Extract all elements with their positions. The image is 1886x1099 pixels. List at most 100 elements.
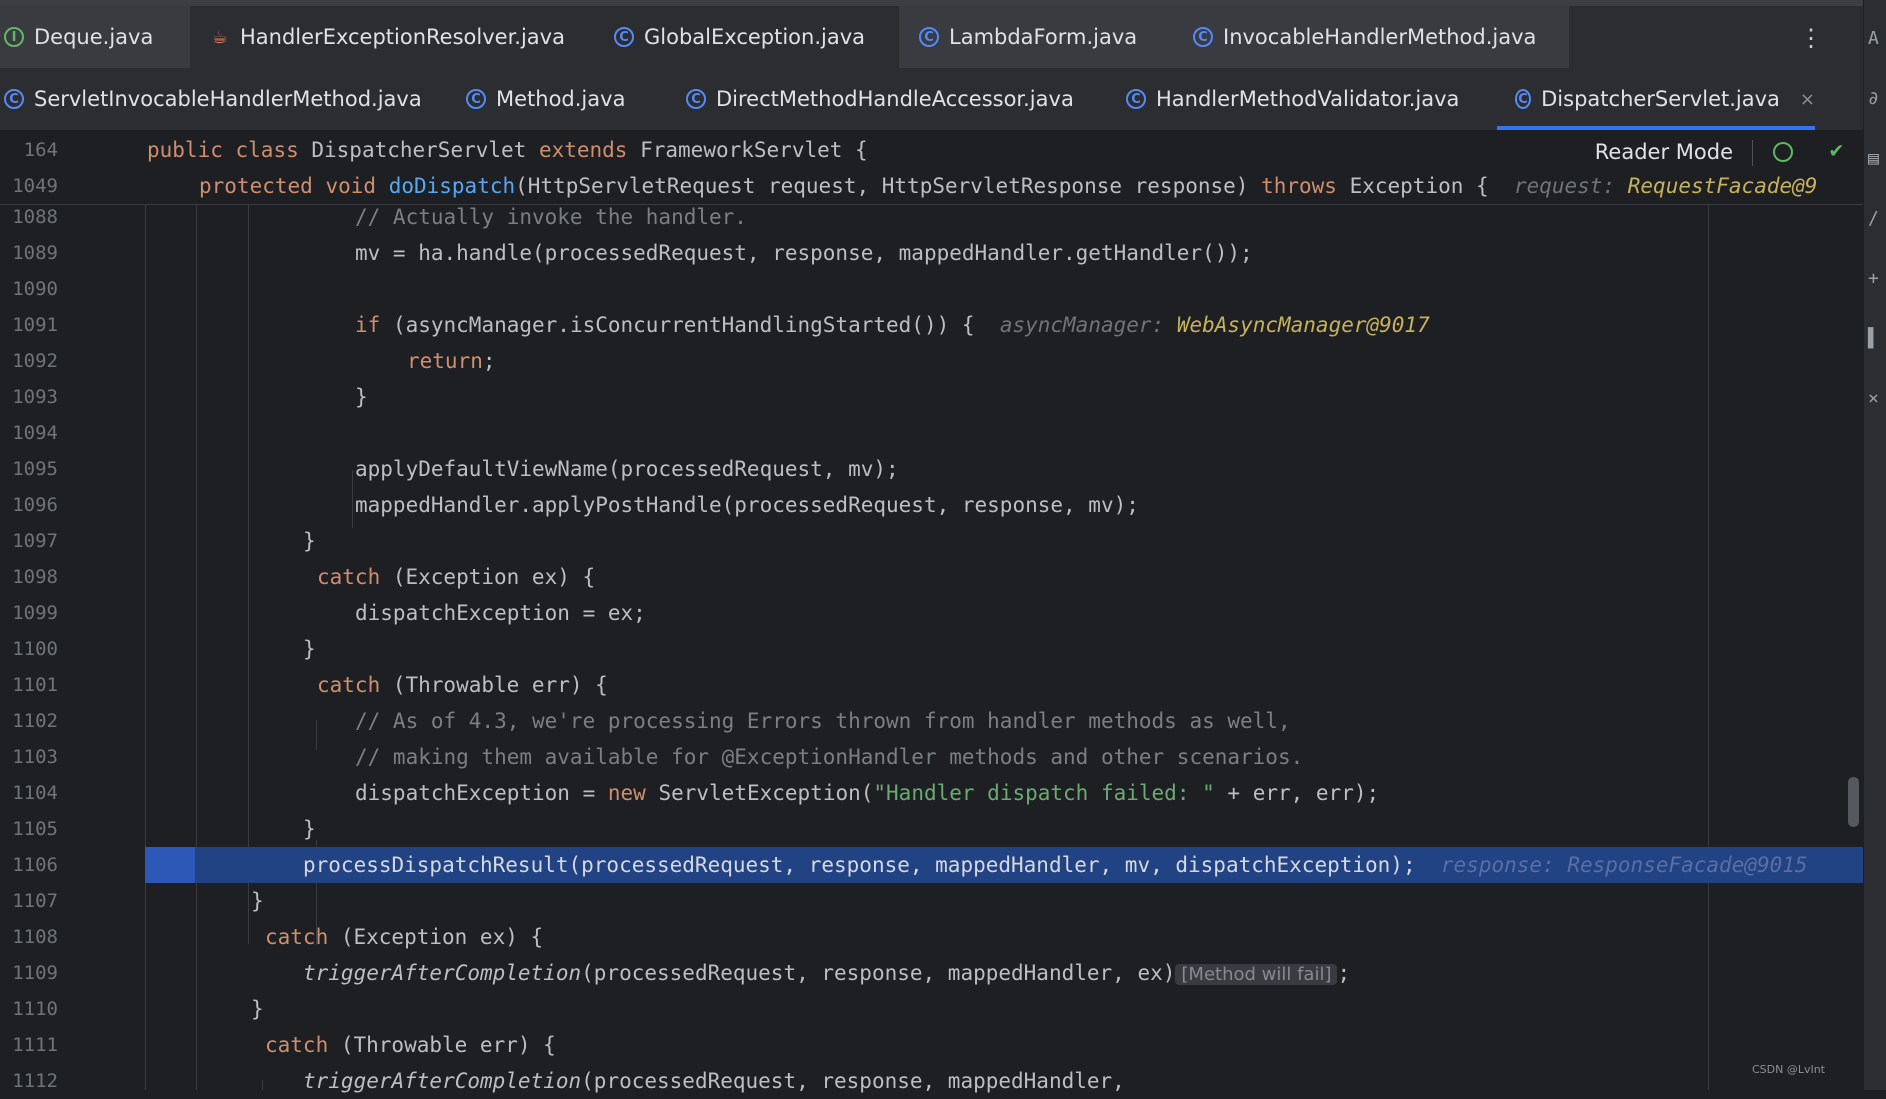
code-line: 1098 catch (Exception ex) { [0, 559, 1863, 595]
tab-label: InvocableHandlerMethod.java [1223, 25, 1537, 49]
code-text: } [355, 385, 368, 409]
code-text: dispatchException = new ServletException… [355, 781, 1380, 805]
code-line: 1110 } [0, 991, 1863, 1027]
tab-dispatcher-servlet[interactable]: C DispatcherServlet.java × [1497, 68, 1815, 130]
line-number: 1095 [12, 458, 58, 480]
code-text: public class DispatcherServlet extends F… [147, 138, 868, 162]
line-number: 1101 [12, 674, 58, 696]
tab-label: Method.java [496, 87, 626, 111]
line-number: 1099 [12, 602, 58, 624]
tool-icon[interactable]: / [1868, 208, 1879, 229]
line-number: 1094 [12, 422, 58, 444]
code-line: 1089 mv = ha.handle(processedRequest, re… [0, 235, 1863, 271]
tab-global-exception[interactable]: C GlobalException.java [614, 6, 899, 68]
code-text: triggerAfterCompletion(processedRequest,… [303, 1069, 1125, 1093]
tool-icon[interactable]: × [1868, 388, 1879, 409]
line-number: 1103 [12, 746, 58, 768]
vertical-scrollbar-thumb[interactable] [1848, 777, 1859, 827]
code-line: 1097 } [0, 523, 1863, 559]
code-text: return; [407, 349, 496, 373]
code-text: protected void doDispatch(HttpServletReq… [199, 174, 1818, 198]
line-number: 1092 [12, 350, 58, 372]
code-text: catch (Throwable err) { [317, 673, 608, 697]
code-text: catch (Exception ex) { [317, 565, 596, 589]
tab-invocable-handler-method[interactable]: C InvocableHandlerMethod.java [1189, 6, 1569, 68]
editor-tabs-row-2: C ServletInvocableHandlerMethod.java C M… [0, 68, 1863, 130]
code-text: catch (Throwable err) { [265, 1033, 556, 1057]
close-tab-icon[interactable]: × [1800, 89, 1815, 110]
tab-handler-exception-resolver[interactable]: ☕ HandlerExceptionResolver.java [210, 6, 590, 68]
inline-hint-badge: [Method will fail] [1175, 964, 1338, 985]
line-number: 1100 [12, 638, 58, 660]
code-line: 1090 [0, 271, 1863, 307]
reader-mode-button[interactable]: Reader Mode [1595, 140, 1733, 164]
line-number: 1097 [12, 530, 58, 552]
code-line: 1100 } [0, 631, 1863, 667]
tool-icon[interactable]: ∂ [1868, 88, 1879, 109]
code-line: 1095 applyDefaultViewName(processedReque… [0, 451, 1863, 487]
code-editor[interactable]: 164 public class DispatcherServlet exten… [0, 130, 1863, 1093]
code-line: 1092 return; [0, 343, 1863, 379]
class-icon: C [614, 27, 634, 47]
interface-icon: I [4, 27, 24, 47]
line-number: 1109 [12, 962, 58, 984]
more-tabs-icon[interactable]: ⋮ [1799, 24, 1823, 52]
sticky-scroll-header: 164 public class DispatcherServlet exten… [0, 130, 1863, 205]
code-text: // Actually invoke the handler. [355, 205, 747, 229]
code-line: 1105 } [0, 811, 1863, 847]
inspection-icon[interactable] [1773, 142, 1793, 162]
line-number: 1108 [12, 926, 58, 948]
check-icon[interactable]: ✔ [1830, 138, 1843, 163]
tab-lambda-form[interactable]: C LambdaForm.java [899, 6, 1189, 68]
line-number: 1093 [12, 386, 58, 408]
tab-direct-method-handle-accessor[interactable]: C DirectMethodHandleAccessor.java [686, 68, 1096, 130]
line-number: 1090 [12, 278, 58, 300]
code-text: catch (Exception ex) { [265, 925, 544, 949]
tab-method[interactable]: C Method.java [466, 68, 656, 130]
code-text: } [251, 997, 264, 1021]
class-icon: C [4, 89, 24, 109]
tab-servlet-invocable-handler-method[interactable]: C ServletInvocableHandlerMethod.java [4, 68, 444, 130]
tab-handler-method-validator[interactable]: C HandlerMethodValidator.java [1126, 68, 1466, 130]
code-text: processDispatchResult(processedRequest, … [303, 853, 1808, 877]
code-line: 1093 } [0, 379, 1863, 415]
class-icon: C [1515, 89, 1532, 109]
line-number: 1112 [12, 1070, 58, 1092]
tab-label: Deque.java [34, 25, 154, 49]
code-text: } [303, 529, 316, 553]
code-line: 1096 mappedHandler.applyPostHandle(proce… [0, 487, 1863, 523]
code-text: // As of 4.3, we're processing Errors th… [355, 709, 1291, 733]
code-line: 1103 // making them available for @Excep… [0, 739, 1863, 775]
line-number: 1111 [12, 1034, 58, 1056]
tab-label: DirectMethodHandleAccessor.java [716, 87, 1074, 111]
tool-icon[interactable]: ▌ [1868, 328, 1879, 349]
code-line: 1091 if (asyncManager.isConcurrentHandli… [0, 307, 1863, 343]
tool-icon[interactable]: + [1868, 268, 1879, 289]
java-cup-icon: ☕ [211, 26, 229, 48]
current-execution-line: 1106 processDispatchResult(processedRequ… [0, 847, 1863, 883]
tab-deque[interactable]: I Deque.java [0, 6, 190, 68]
class-icon: C [1126, 89, 1146, 109]
tool-icon[interactable]: A [1868, 28, 1879, 49]
code-text: dispatchException = ex; [355, 601, 646, 625]
code-text: if (asyncManager.isConcurrentHandlingSta… [355, 313, 1430, 337]
editor-tabs-row-1: I Deque.java ☕ HandlerExceptionResolver.… [0, 6, 1863, 68]
line-number: 1098 [12, 566, 58, 588]
tab-label: HandlerMethodValidator.java [1156, 87, 1460, 111]
class-icon: C [466, 89, 486, 109]
line-number: 164 [23, 139, 58, 161]
code-text: } [251, 889, 264, 913]
code-line: 1107 } [0, 883, 1863, 919]
tab-label: HandlerExceptionResolver.java [240, 25, 565, 49]
code-text: mv = ha.handle(processedRequest, respons… [355, 241, 1253, 265]
tab-label: DispatcherServlet.java [1541, 87, 1780, 111]
tool-icon[interactable]: ▤ [1868, 148, 1879, 169]
execution-gutter-highlight [145, 847, 195, 883]
code-line: 1099 dispatchException = ex; [0, 595, 1863, 631]
code-text: mappedHandler.applyPostHandle(processedR… [355, 493, 1139, 517]
line-number: 1104 [12, 782, 58, 804]
code-line: 1108 catch (Exception ex) { [0, 919, 1863, 955]
line-number: 1088 [12, 206, 58, 228]
code-line: 1111 catch (Throwable err) { [0, 1027, 1863, 1063]
code-text: triggerAfterCompletion(processedRequest,… [303, 961, 1351, 985]
